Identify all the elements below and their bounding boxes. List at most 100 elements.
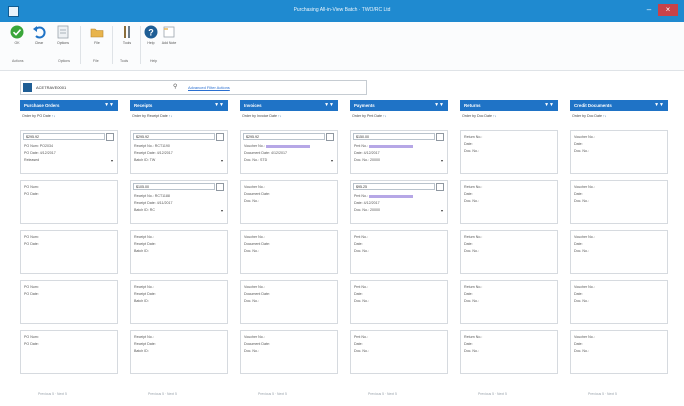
pager[interactable]: Previous 5 · Next 5: [478, 392, 507, 396]
close-icon[interactable]: ×: [658, 4, 678, 16]
highlight-bar: [265, 144, 310, 148]
card-field: Document Date:: [244, 242, 270, 246]
document-card[interactable]: Voucher No.: Document Date: Doc. No.:: [240, 180, 338, 224]
document-card[interactable]: Pmt No.: Date: Doc. No.:: [350, 280, 448, 324]
document-card[interactable]: Pmt No.: Date: Doc. No.:: [350, 330, 448, 374]
search-icon[interactable]: ⚲: [173, 83, 177, 90]
chevron-down-icon[interactable]: ▾: [441, 158, 443, 163]
document-card[interactable]: $105.00 Receipt No.: RCT1188 Receipt Date:…: [130, 180, 228, 224]
chevron-down-icon[interactable]: ▾: [221, 158, 223, 163]
sort-arrows-icon[interactable]: ↑↓: [52, 114, 56, 118]
select-checkbox[interactable]: [436, 133, 444, 141]
help-icon: ?: [144, 25, 158, 39]
options-button[interactable]: Options: [52, 25, 74, 45]
filter-icon[interactable]: ▼▼: [324, 102, 334, 108]
order-by[interactable]: Order by Doc Date ↑↓: [572, 114, 607, 118]
file-button[interactable]: File: [86, 25, 108, 45]
select-checkbox[interactable]: [216, 133, 224, 141]
vendor-lookup[interactable]: ACETRAVE0001 ⚲ Advanced Filter Actions: [20, 80, 367, 95]
document-card[interactable]: Receipt No.: Receipt Date: Batch ID:: [130, 230, 228, 274]
order-by[interactable]: Order by Receipt Date ↑↓: [132, 114, 172, 118]
document-card[interactable]: Voucher No.: Document Date: Doc. No.:: [240, 230, 338, 274]
card-select[interactable]: Released: [24, 158, 39, 162]
card-select[interactable]: Doc. No.: 20000: [354, 158, 380, 162]
amount-field[interactable]: $105.00: [133, 183, 215, 190]
card-field: Document Date:: [244, 192, 270, 196]
ok-button[interactable]: OK: [6, 25, 28, 45]
card-field: Doc. No.:: [464, 199, 479, 203]
pager[interactable]: Previous 5 · Next 5: [148, 392, 177, 396]
pager[interactable]: Previous 5 · Next 5: [368, 392, 397, 396]
amount-field[interactable]: $95.25: [353, 183, 435, 190]
pager[interactable]: Previous 5 · Next 5: [258, 392, 287, 396]
sort-arrows-icon[interactable]: ↑↓: [383, 114, 387, 118]
filter-icon[interactable]: ▼▼: [654, 102, 664, 108]
document-card[interactable]: $295.92 Receipt No.: RCT1190 Receipt Date:…: [130, 130, 228, 174]
sort-arrows-icon[interactable]: ↑↓: [169, 114, 173, 118]
document-card[interactable]: Voucher No.: Date: Doc. No.:: [570, 130, 668, 174]
document-card[interactable]: $295.92 PO Num: PO2034 PO Date: 4/12/2017 R…: [20, 130, 118, 174]
document-card[interactable]: Voucher No.: Date: Doc. No.:: [570, 330, 668, 374]
chevron-down-icon[interactable]: ▾: [441, 208, 443, 213]
order-by[interactable]: Order by Pmt Date ↑↓: [352, 114, 387, 118]
card-select[interactable]: Batch ID: TW: [134, 158, 155, 162]
document-card[interactable]: Voucher No.: Date: Doc. No.:: [570, 280, 668, 324]
card-field: Voucher No.:: [574, 335, 595, 339]
sort-arrows-icon[interactable]: ↑↓: [603, 114, 607, 118]
order-by[interactable]: Order by Doc Date ↑↓: [462, 114, 497, 118]
chevron-down-icon[interactable]: ▾: [331, 158, 333, 163]
document-card[interactable]: Pmt No.: Date: Doc. No.:: [350, 230, 448, 274]
card-select[interactable]: Doc. No.: STD: [244, 158, 267, 162]
document-card[interactable]: $150.00 Pmt No.: Date: 4/12/2017 Doc. No.:…: [350, 130, 448, 174]
sort-arrows-icon[interactable]: ↑↓: [493, 114, 497, 118]
document-card[interactable]: PO Num: PO Date:: [20, 280, 118, 324]
card-select[interactable]: Doc. No.: 20000: [354, 208, 380, 212]
select-checkbox[interactable]: [106, 133, 114, 141]
card-select[interactable]: Batch ID: RC: [134, 208, 155, 212]
document-card[interactable]: Return No.: Date: Doc. No.:: [460, 230, 558, 274]
filter-icon[interactable]: ▼▼: [434, 102, 444, 108]
advanced-filter-link[interactable]: Advanced Filter Actions: [188, 85, 230, 90]
card-field: Voucher No.:: [574, 135, 595, 139]
document-card[interactable]: Receipt No.: Receipt Date: Batch ID:: [130, 330, 228, 374]
card-field: PO Date:: [24, 342, 39, 346]
document-card[interactable]: Return No.: Date: Doc. No.:: [460, 180, 558, 224]
document-card[interactable]: PO Num: PO Date:: [20, 230, 118, 274]
order-by[interactable]: Order by PO Date ↑↓: [22, 114, 55, 118]
amount-field[interactable]: $295.92: [23, 133, 105, 140]
chevron-down-icon[interactable]: ▾: [221, 208, 223, 213]
document-card[interactable]: Voucher No.: Document Date: Doc. No.:: [240, 280, 338, 324]
amount-field[interactable]: $295.92: [243, 133, 325, 140]
order-by[interactable]: Order by Invoice Date ↑↓: [242, 114, 282, 118]
document-card[interactable]: PO Num: PO Date:: [20, 180, 118, 224]
document-card[interactable]: PO Num: PO Date:: [20, 330, 118, 374]
sort-arrows-icon[interactable]: ↑↓: [278, 114, 282, 118]
document-card[interactable]: Voucher No.: Date: Doc. No.:: [570, 230, 668, 274]
amount-field[interactable]: $150.00: [353, 133, 435, 140]
minimize-icon[interactable]: –: [642, 4, 656, 16]
tools-button[interactable]: Tools: [116, 25, 138, 45]
pager[interactable]: Previous 5 · Next 5: [38, 392, 67, 396]
document-card[interactable]: Receipt No.: Receipt Date: Batch ID:: [130, 280, 228, 324]
add-note-button[interactable]: Add Note: [158, 25, 180, 45]
select-checkbox[interactable]: [326, 133, 334, 141]
chevron-down-icon[interactable]: ▾: [111, 158, 113, 163]
filter-icon[interactable]: ▼▼: [214, 102, 224, 108]
card-field: Return No.:: [464, 335, 483, 339]
clear-button[interactable]: Clear: [28, 25, 50, 45]
column-returns: Returns ▼▼ Order by Doc Date ↑↓ Previous 5 …: [460, 100, 558, 400]
select-checkbox[interactable]: [216, 183, 224, 191]
document-card[interactable]: Return No.: Date: Doc. No.:: [460, 280, 558, 324]
document-card[interactable]: Voucher No.: Document Date: Doc. No.:: [240, 330, 338, 374]
amount-field[interactable]: $295.92: [133, 133, 215, 140]
select-checkbox[interactable]: [436, 183, 444, 191]
card-field: Voucher No.:: [244, 235, 265, 239]
document-card[interactable]: Voucher No.: Date: Doc. No.:: [570, 180, 668, 224]
pager[interactable]: Previous 5 · Next 5: [588, 392, 617, 396]
document-card[interactable]: $95.25 Pmt No.: Date: 4/12/2017 Doc. No.: …: [350, 180, 448, 224]
document-card[interactable]: Return No.: Date: Doc. No.:: [460, 330, 558, 374]
filter-icon[interactable]: ▼▼: [544, 102, 554, 108]
filter-icon[interactable]: ▼▼: [104, 102, 114, 108]
document-card[interactable]: $295.92 Voucher No.: Document Date: 4/12/…: [240, 130, 338, 174]
document-card[interactable]: Return No.: Date: Doc. No.:: [460, 130, 558, 174]
